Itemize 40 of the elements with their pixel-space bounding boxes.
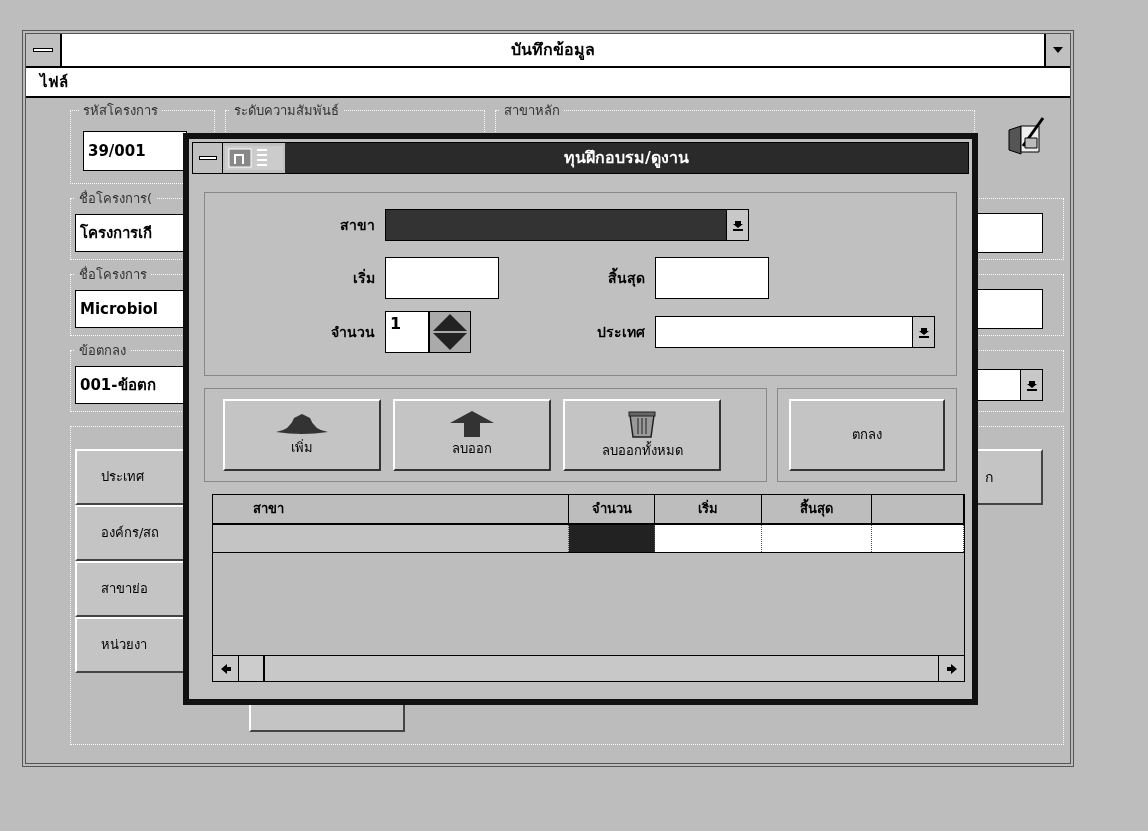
country-dropdown[interactable] (655, 316, 935, 348)
table-cell[interactable] (655, 525, 762, 552)
arrow-up-icon (450, 411, 494, 438)
dialog-title: ทุนฝึกอบรม/ดูงาน (564, 147, 689, 170)
field-label: เริ่ม (352, 267, 375, 288)
table-cell[interactable] (213, 525, 569, 552)
dropdown-arrow-icon (732, 219, 743, 231)
start-date-field[interactable] (385, 257, 499, 299)
action-button[interactable]: ลบออกทั้งหมด (563, 399, 721, 471)
down-triangle-icon (1053, 47, 1063, 53)
minimize-button[interactable] (1044, 34, 1070, 66)
field-label: จำนวน (330, 322, 375, 342)
field-label: ประเทศ (596, 322, 645, 342)
column-header: สิ้นสุด (800, 499, 833, 519)
column-header: เริ่ม (698, 499, 718, 519)
menu-item[interactable]: ไฟล์ (40, 70, 68, 94)
left-arrow-icon (220, 663, 231, 674)
trash-icon (627, 409, 657, 440)
branch-dropdown[interactable] (385, 209, 749, 241)
dropdown-arrow-icon (1026, 379, 1037, 391)
field-label: สิ้นสุด (607, 267, 645, 289)
table-cell[interactable] (569, 525, 655, 552)
window-title: บันทึกข้อมูล (511, 39, 595, 62)
system-menu-button[interactable] (26, 34, 62, 66)
table-cell[interactable] (762, 525, 872, 552)
column-header: สาขา (253, 500, 284, 519)
column-header: จำนวน (591, 500, 632, 519)
count-field[interactable]: 1 (385, 311, 429, 353)
end-date-field[interactable] (655, 257, 769, 299)
dropdown-arrow-icon (918, 326, 929, 338)
spin-arrows-icon[interactable] (429, 311, 471, 353)
action-button[interactable]: ลบออก (393, 399, 551, 471)
input-field[interactable]: 39/001 (83, 131, 187, 171)
action-button[interactable]: เพิ่ม (223, 399, 381, 471)
horizontal-scrollbar[interactable] (213, 655, 964, 681)
scroll-thumb[interactable] (239, 656, 265, 681)
ok-button[interactable]: ตกลง (789, 399, 945, 471)
right-arrow-icon (946, 663, 957, 674)
table-cell[interactable] (872, 525, 964, 552)
field-label: สาขา (339, 215, 375, 235)
